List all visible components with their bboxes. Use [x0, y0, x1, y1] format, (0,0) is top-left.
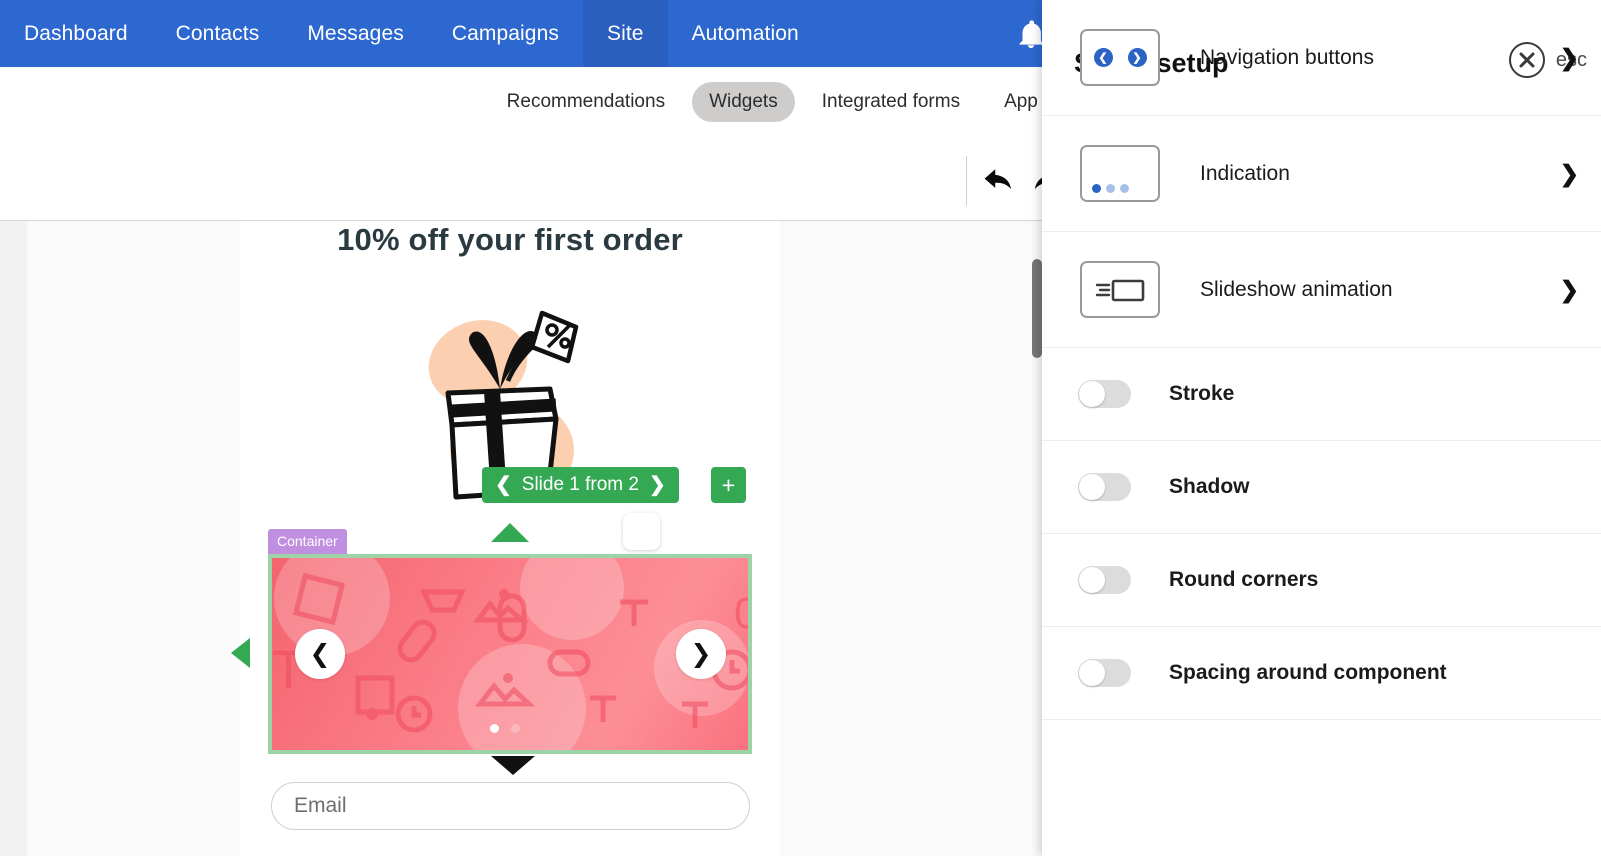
panel-row-round-corners[interactable]: Round corners: [1042, 534, 1601, 627]
panel-row-label: Spacing around component: [1169, 661, 1447, 684]
canvas-left-area: [27, 221, 240, 856]
topnav-item-messages[interactable]: Messages: [283, 0, 428, 67]
panel-row-label: Slideshow animation: [1200, 277, 1393, 301]
stroke-toggle[interactable]: [1078, 380, 1131, 408]
add-slide-button[interactable]: +: [711, 467, 746, 503]
slider-prev-button[interactable]: ❮: [295, 629, 345, 679]
panel-row-label: Navigation buttons: [1200, 45, 1374, 69]
svg-text:0: 0: [734, 589, 748, 638]
toolbar-divider: [966, 156, 967, 206]
panel-row-label: Stroke: [1169, 382, 1235, 405]
shadow-toggle[interactable]: [1078, 473, 1131, 501]
chevron-right-icon[interactable]: ❯: [1560, 276, 1579, 303]
topnav-item-site[interactable]: Site: [582, 0, 668, 67]
topnav-item-campaigns[interactable]: Campaigns: [428, 0, 583, 67]
panel-row-shadow[interactable]: Shadow: [1042, 441, 1601, 534]
canvas-right-area: [780, 221, 1042, 856]
slider-next-button[interactable]: ❯: [676, 629, 726, 679]
pagination-dot-2[interactable]: [511, 724, 520, 733]
nav-buttons-thumb-icon: ❮ ❯: [1080, 29, 1160, 86]
panel-row-navigation-buttons[interactable]: ❮ ❯ Navigation buttons ❯: [1042, 0, 1601, 116]
slider-setup-panel: Slider setup esc ❮ ❯ Navigation buttons …: [1042, 0, 1601, 856]
slider-pagination-dots: [490, 724, 520, 733]
pagination-dot-1[interactable]: [490, 724, 499, 733]
email-input[interactable]: [271, 782, 750, 830]
round-corners-toggle[interactable]: [1078, 566, 1131, 594]
topnav-item-dashboard[interactable]: Dashboard: [0, 0, 152, 67]
panel-row-slideshow-animation[interactable]: Slideshow animation ❯: [1042, 232, 1601, 348]
canvas-scrollbar[interactable]: [1032, 259, 1042, 358]
mini-chevron-left-icon: ❮: [1093, 48, 1113, 67]
subnav-item-recommendations[interactable]: Recommendations: [490, 82, 682, 122]
resize-handle-top[interactable]: [491, 523, 529, 542]
container-badge[interactable]: Container: [268, 529, 347, 554]
canvas-left-gutter: [0, 221, 27, 856]
slideshow-animation-thumb-icon: [1080, 261, 1160, 318]
panel-row-label: Shadow: [1169, 475, 1250, 498]
resize-handle-left[interactable]: [231, 638, 250, 668]
chevron-right-icon[interactable]: ❯: [1560, 44, 1579, 71]
widget-settings-square-button[interactable]: [623, 513, 660, 550]
panel-row-label: Indication: [1200, 161, 1290, 185]
panel-row-indication[interactable]: Indication ❯: [1042, 116, 1601, 232]
indication-dots-thumb-icon: [1080, 145, 1160, 202]
panel-row-stroke[interactable]: Stroke: [1042, 348, 1601, 441]
subnav-item-integrated-forms[interactable]: Integrated forms: [805, 82, 977, 122]
subnav-item-widgets[interactable]: Widgets: [692, 82, 795, 122]
spacing-around-component-toggle[interactable]: [1078, 659, 1131, 687]
widget-headline: 10% off your first order: [337, 222, 683, 257]
resize-handle-bottom[interactable]: [491, 756, 535, 775]
panel-row-label: Round corners: [1169, 568, 1319, 591]
slide-counter-label: Slide 1 from 2: [521, 474, 639, 495]
topnav-item-automation[interactable]: Automation: [668, 0, 823, 67]
topnav-item-contacts[interactable]: Contacts: [152, 0, 284, 67]
slide-navigator-control[interactable]: ❮ Slide 1 from 2 ❯: [482, 467, 679, 503]
slide-next-icon[interactable]: ❯: [649, 475, 666, 495]
slide-prev-icon[interactable]: ❮: [495, 475, 512, 495]
panel-row-spacing-around-component[interactable]: Spacing around component: [1042, 627, 1601, 720]
undo-arrow-icon[interactable]: [981, 164, 1017, 198]
chevron-right-icon[interactable]: ❯: [1560, 160, 1579, 187]
mini-chevron-right-icon: ❯: [1127, 48, 1147, 67]
